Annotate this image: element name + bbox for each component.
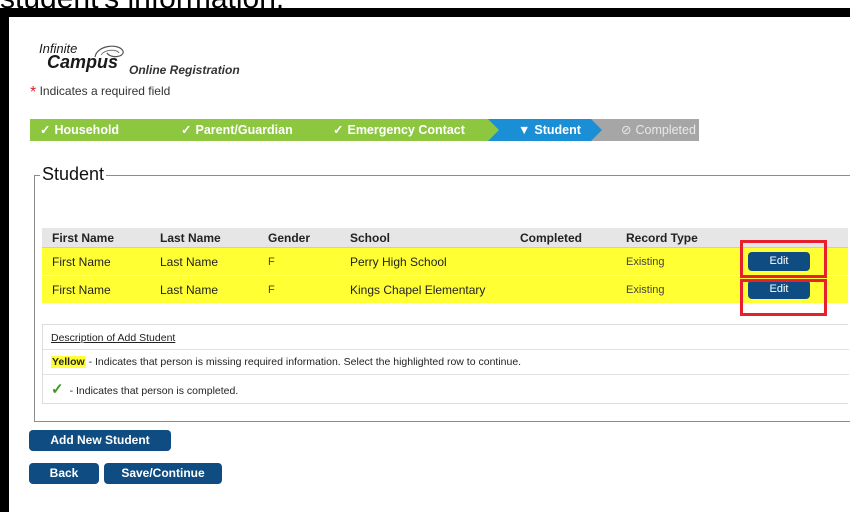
step-label: Completed bbox=[635, 123, 696, 137]
required-field-note: * Indicates a required field bbox=[30, 84, 170, 102]
col-record-type: Record Type bbox=[616, 228, 736, 248]
step-emergency-contact[interactable]: ✓ Emergency Contact bbox=[303, 119, 499, 141]
cell-last-name: Last Name bbox=[150, 275, 258, 304]
step-label: Household bbox=[54, 123, 120, 137]
cell-school: Kings Chapel Elementary bbox=[340, 275, 510, 304]
step-label: Student bbox=[534, 123, 581, 137]
required-note-text: Indicates a required field bbox=[39, 84, 171, 98]
highlight-box-edit-2 bbox=[740, 279, 827, 316]
legend-description: Description of Add Student Yellow - Indi… bbox=[42, 324, 849, 404]
col-gender: Gender bbox=[258, 228, 340, 248]
step-student[interactable]: ▼ Student bbox=[488, 119, 602, 141]
table-row[interactable]: First Name Last Name F Perry High School… bbox=[42, 247, 848, 276]
logo-swirl-icon bbox=[94, 45, 124, 58]
yellow-legend-text: - Indicates that person is missing requi… bbox=[85, 356, 522, 368]
complete-legend-text: - Indicates that person is completed. bbox=[69, 385, 239, 397]
highlight-box-edit-1 bbox=[740, 240, 827, 278]
infinite-campus-logo: Infinite Campus Online Registration bbox=[39, 41, 240, 77]
required-star: * bbox=[30, 84, 37, 101]
step-label: Parent/Guardian bbox=[195, 123, 293, 137]
disabled-icon: ⊘ bbox=[621, 123, 632, 137]
cell-first-name: First Name bbox=[42, 275, 150, 304]
yellow-tag: Yellow bbox=[51, 356, 86, 368]
col-completed: Completed bbox=[510, 228, 616, 248]
logo-line3: Online Registration bbox=[129, 63, 240, 77]
col-last-name: Last Name bbox=[150, 228, 258, 248]
add-new-student-button[interactable]: Add New Student bbox=[29, 430, 171, 451]
cell-record-type: Existing bbox=[616, 275, 736, 304]
description-title[interactable]: Description of Add Student bbox=[51, 332, 175, 344]
cell-gender: F bbox=[258, 275, 340, 304]
col-school: School bbox=[340, 228, 510, 248]
check-icon: ✓ bbox=[333, 123, 344, 137]
cell-completed bbox=[510, 275, 616, 304]
yellow-legend-row: Yellow - Indicates that person is missin… bbox=[51, 356, 521, 368]
complete-legend-row: ✓ - Indicates that person is completed. bbox=[51, 380, 238, 398]
cell-completed bbox=[510, 247, 616, 276]
check-icon: ✓ bbox=[51, 381, 64, 398]
step-parent-guardian[interactable]: ✓ Parent/Guardian bbox=[151, 119, 314, 141]
chevron-down-icon: ▼ bbox=[518, 123, 531, 137]
cell-last-name: Last Name bbox=[150, 247, 258, 276]
check-icon: ✓ bbox=[40, 123, 51, 137]
cell-school: Perry High School bbox=[340, 247, 510, 276]
step-label: Emergency Contact bbox=[347, 123, 465, 137]
back-button[interactable]: Back bbox=[29, 463, 99, 484]
table-header-row: First Name Last Name Gender School Compl… bbox=[42, 228, 848, 248]
save-continue-button[interactable]: Save/Continue bbox=[104, 463, 222, 484]
description-link[interactable]: Description of Add Student bbox=[51, 332, 175, 344]
cell-first-name: First Name bbox=[42, 247, 150, 276]
step-household[interactable]: ✓ Household bbox=[30, 119, 162, 141]
check-icon: ✓ bbox=[181, 123, 192, 137]
cell-gender: F bbox=[258, 247, 340, 276]
student-table: First Name Last Name Gender School Compl… bbox=[42, 228, 848, 304]
cell-record-type: Existing bbox=[616, 247, 736, 276]
progress-steps: ✓ Household ✓ Parent/Guardian ✓ Emergency C… bbox=[30, 119, 699, 141]
col-first-name: First Name bbox=[42, 228, 150, 248]
step-completed: ⊘ Completed bbox=[591, 119, 699, 141]
table-row[interactable]: First Name Last Name F Kings Chapel Elem… bbox=[42, 275, 848, 304]
section-title: Student bbox=[40, 164, 107, 185]
